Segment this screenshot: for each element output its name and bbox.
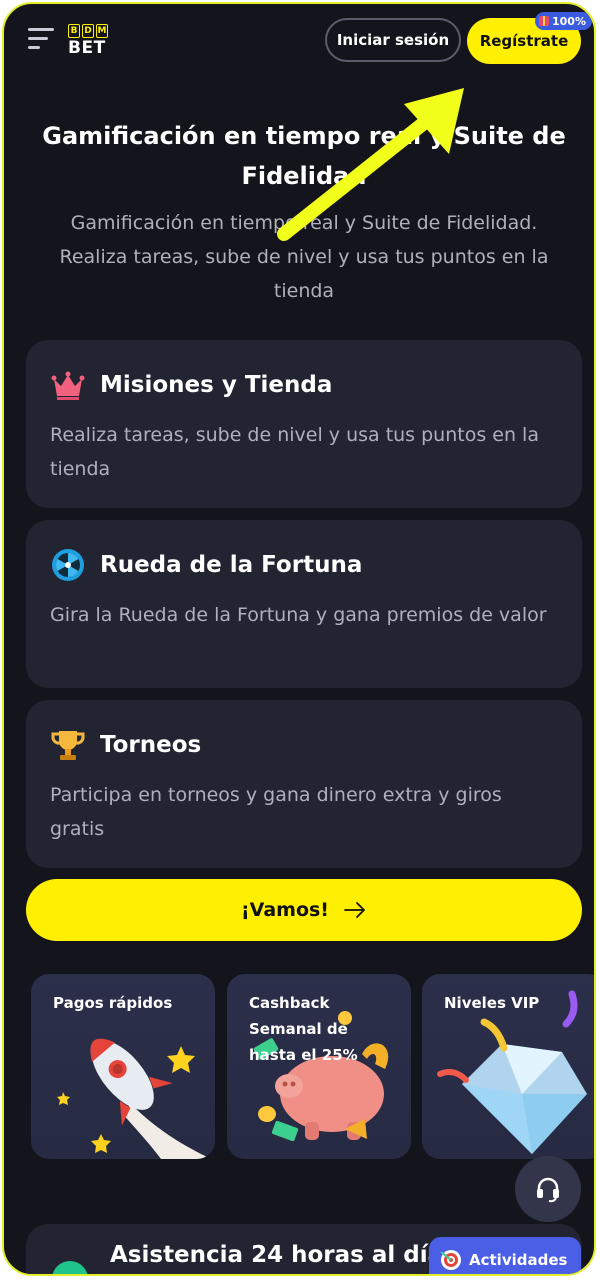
feature-title: Misiones y Tienda: [100, 372, 333, 398]
gift-icon: [539, 16, 549, 26]
wheel-icon: [52, 549, 84, 581]
bonus-badge: 100%: [535, 12, 592, 30]
crown-icon: [51, 371, 85, 400]
promo-title: Cashback Semanal de hasta el 25%: [249, 994, 358, 1064]
logo-letter: M: [96, 24, 108, 38]
assistance-title: Asistencia 24 horas al día: [110, 1242, 444, 1268]
logo-text: BET: [68, 38, 106, 58]
page-title: Gamificación en tiempo real y Suite de F…: [42, 122, 566, 190]
feature-card-tournaments[interactable]: Torneos Participa en torneos y gana dine…: [26, 700, 582, 868]
promo-title: Niveles VIP: [444, 994, 540, 1012]
lets-go-button[interactable]: ¡Vamos!: [26, 879, 582, 941]
feature-title: Rueda de la Fortuna: [100, 552, 363, 578]
headset-icon: [537, 1177, 559, 1203]
activities-button[interactable]: Actividades: [429, 1237, 581, 1274]
arrow-right-icon: [344, 902, 365, 918]
promo-card-fast-payments[interactable]: Pagos rápidos: [31, 974, 215, 1159]
support-chat-button[interactable]: [515, 1156, 581, 1222]
promo-title: Pagos rápidos: [53, 994, 173, 1012]
header: B D M BET Iniciar sesión Regístrate 100%: [4, 4, 594, 80]
bdm-bet-logo[interactable]: B D M BET: [68, 24, 108, 58]
bonus-badge-text: 100%: [552, 14, 586, 28]
page-subtitle: Gamificación en tiempo real y Suite de F…: [59, 212, 549, 302]
feature-card-wheel[interactable]: Rueda de la Fortuna Gira la Rueda de la …: [26, 520, 582, 688]
app-frame: B D M BET Iniciar sesión Regístrate 100%…: [2, 2, 596, 1276]
menu-icon[interactable]: [28, 28, 54, 50]
logo-letter: B: [68, 24, 80, 38]
logo-letter: D: [82, 24, 94, 38]
trophy-icon: [51, 731, 85, 760]
feature-description: Participa en torneos y gana dinero extra…: [50, 784, 502, 840]
promo-card-vip-levels[interactable]: Niveles VIP: [422, 974, 594, 1159]
target-icon: [440, 1250, 461, 1270]
feature-description: Realiza tareas, sube de nivel y usa tus …: [50, 424, 539, 480]
feature-title: Torneos: [100, 732, 202, 758]
lets-go-label: ¡Vamos!: [241, 899, 329, 921]
feature-card-missions[interactable]: Misiones y Tienda Realiza tareas, sube d…: [26, 340, 582, 508]
login-button[interactable]: Iniciar sesión: [325, 18, 461, 62]
activities-label: Actividades: [469, 1251, 568, 1269]
promo-card-cashback[interactable]: Cashback Semanal de hasta el 25%: [227, 974, 411, 1159]
feature-description: Gira la Rueda de la Fortuna y gana premi…: [50, 604, 547, 626]
